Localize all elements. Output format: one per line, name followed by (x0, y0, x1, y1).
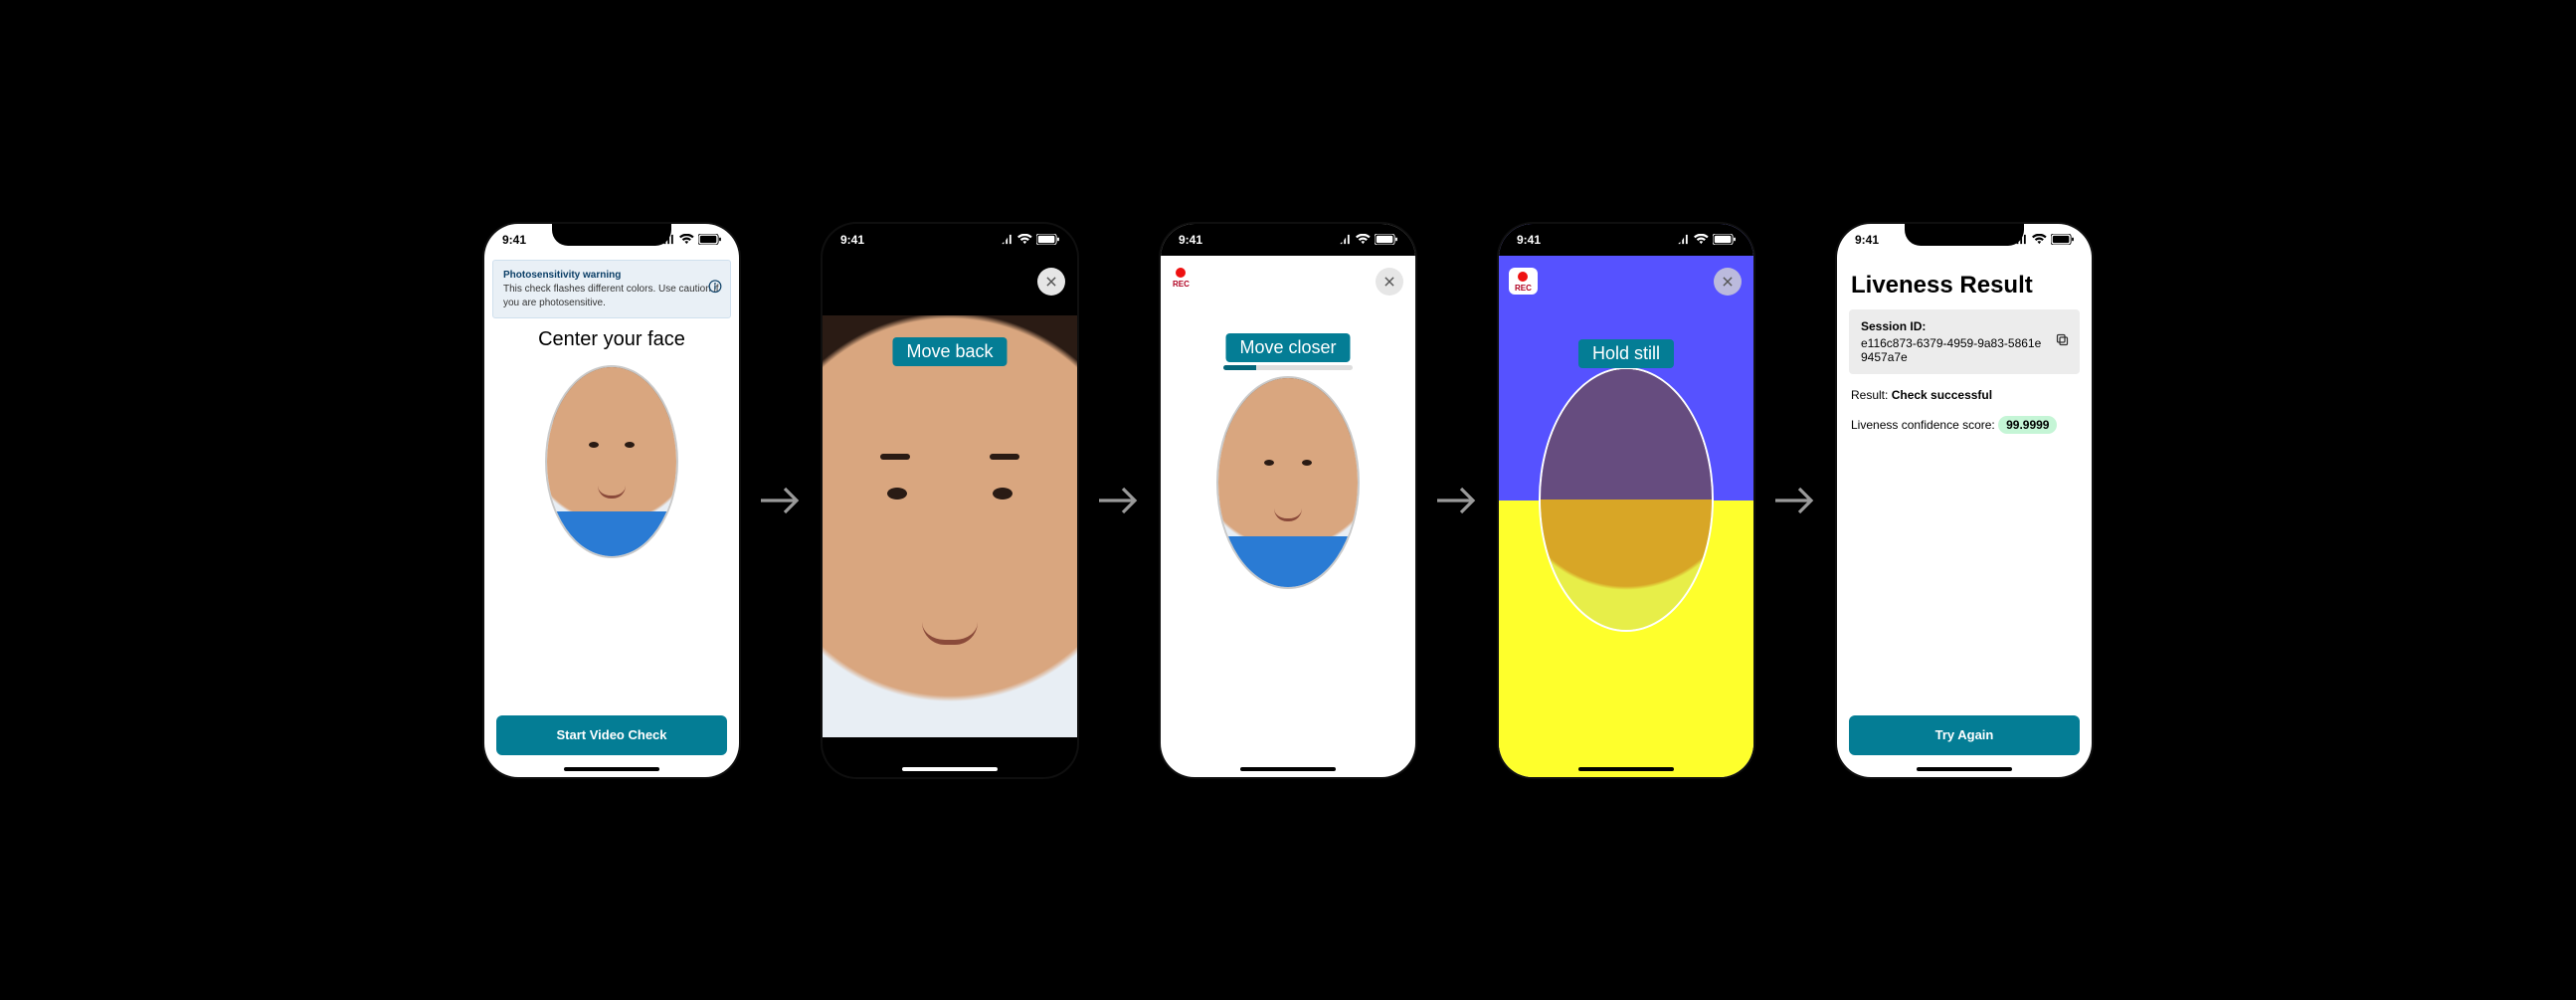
camera-face-preview (1216, 376, 1360, 589)
flow-arrow-icon (1771, 477, 1819, 524)
hint-move-back: Move back (892, 337, 1007, 366)
status-time: 9:41 (502, 233, 526, 247)
battery-icon (2051, 234, 2074, 245)
score-label: Liveness confidence score: (1851, 418, 1995, 432)
camera-face-preview (545, 365, 678, 558)
copy-button[interactable] (2055, 332, 2070, 350)
device-notch (1228, 224, 1348, 246)
flow-arrow-icon (1433, 477, 1481, 524)
wifi-icon (1017, 234, 1032, 245)
close-icon (1382, 275, 1396, 289)
warning-body: This check flashes different colors. Use… (503, 284, 719, 308)
status-time: 9:41 (1855, 233, 1879, 247)
close-icon (1044, 275, 1058, 289)
close-icon (1721, 275, 1735, 289)
hint-move-closer: Move closer (1225, 333, 1350, 362)
face-oval-guide (1539, 367, 1714, 632)
device-notch (890, 224, 1010, 246)
home-indicator (564, 767, 659, 771)
camera-face-preview (823, 315, 1077, 737)
session-id-box: Session ID: e116c873-6379-4959-9a83-5861… (1849, 309, 2080, 374)
session-id-label: Session ID: (1861, 319, 2046, 333)
photosensitivity-warning: Photosensitivity warning This check flas… (492, 260, 731, 319)
result-value: Check successful (1892, 388, 1992, 402)
recording-indicator: REC (1509, 268, 1538, 295)
liveness-flow-diagram: 9:41 Photosensitivity warning This check… (0, 0, 2576, 1000)
start-video-check-button[interactable]: Start Video Check (496, 715, 727, 755)
session-id-value: e116c873-6379-4959-9a83-5861e9457a7e (1861, 336, 2041, 364)
screen-liveness-result: 9:41 Liveness Result Session ID: e116c87… (1837, 224, 2092, 777)
copy-icon (2055, 332, 2070, 347)
rec-label: REC (1515, 284, 1532, 293)
screen-move-back: 9:41 Move back (823, 224, 1077, 777)
screen-center-face: 9:41 Photosensitivity warning This check… (484, 224, 739, 777)
battery-icon (1375, 234, 1397, 245)
info-icon[interactable] (708, 280, 722, 299)
close-button[interactable] (1376, 268, 1403, 296)
hint-hold-still: Hold still (1578, 339, 1674, 368)
home-indicator (1240, 767, 1336, 771)
face-tint-top (1541, 369, 1712, 500)
home-indicator (1578, 767, 1674, 771)
status-time: 9:41 (1517, 233, 1541, 247)
record-dot-icon (1176, 268, 1186, 278)
wifi-icon (1694, 234, 1709, 245)
device-notch (552, 224, 671, 246)
heading-center-face: Center your face (484, 328, 739, 351)
face-oval-guide (545, 365, 678, 558)
device-notch (1905, 224, 2024, 246)
battery-icon (1036, 234, 1059, 245)
try-again-button[interactable]: Try Again (1849, 715, 2080, 755)
flow-arrow-icon (1095, 477, 1143, 524)
score-badge: 99.9999 (1998, 416, 2057, 434)
camera-preview (823, 315, 1077, 737)
wifi-icon (2032, 234, 2047, 245)
status-time: 9:41 (840, 233, 864, 247)
battery-icon (1713, 234, 1736, 245)
screen-hold-still: 9:41 REC Hold still (1499, 224, 1753, 777)
wifi-icon (1356, 234, 1371, 245)
close-button[interactable] (1037, 268, 1065, 296)
progress-fill (1223, 365, 1256, 370)
wifi-icon (679, 234, 694, 245)
warning-title: Photosensitivity warning (503, 269, 720, 283)
result-title: Liveness Result (1851, 272, 2078, 300)
result-row: Result: Check successful (1851, 388, 2078, 402)
rec-label: REC (1173, 280, 1190, 289)
result-label: Result: (1851, 388, 1888, 402)
device-notch (1566, 224, 1686, 246)
home-indicator (902, 767, 998, 771)
record-dot-icon (1518, 272, 1528, 282)
battery-icon (698, 234, 721, 245)
face-oval-guide (1216, 376, 1360, 589)
flow-arrow-icon (757, 477, 805, 524)
status-time: 9:41 (1179, 233, 1202, 247)
score-row: Liveness confidence score: 99.9999 (1851, 416, 2078, 434)
close-button[interactable] (1714, 268, 1742, 296)
recording-indicator: REC (1173, 268, 1190, 289)
screen-move-closer: 9:41 REC Move closer (1161, 224, 1415, 777)
face-tint-bottom (1541, 500, 1712, 630)
home-indicator (1917, 767, 2012, 771)
progress-bar (1223, 365, 1353, 370)
